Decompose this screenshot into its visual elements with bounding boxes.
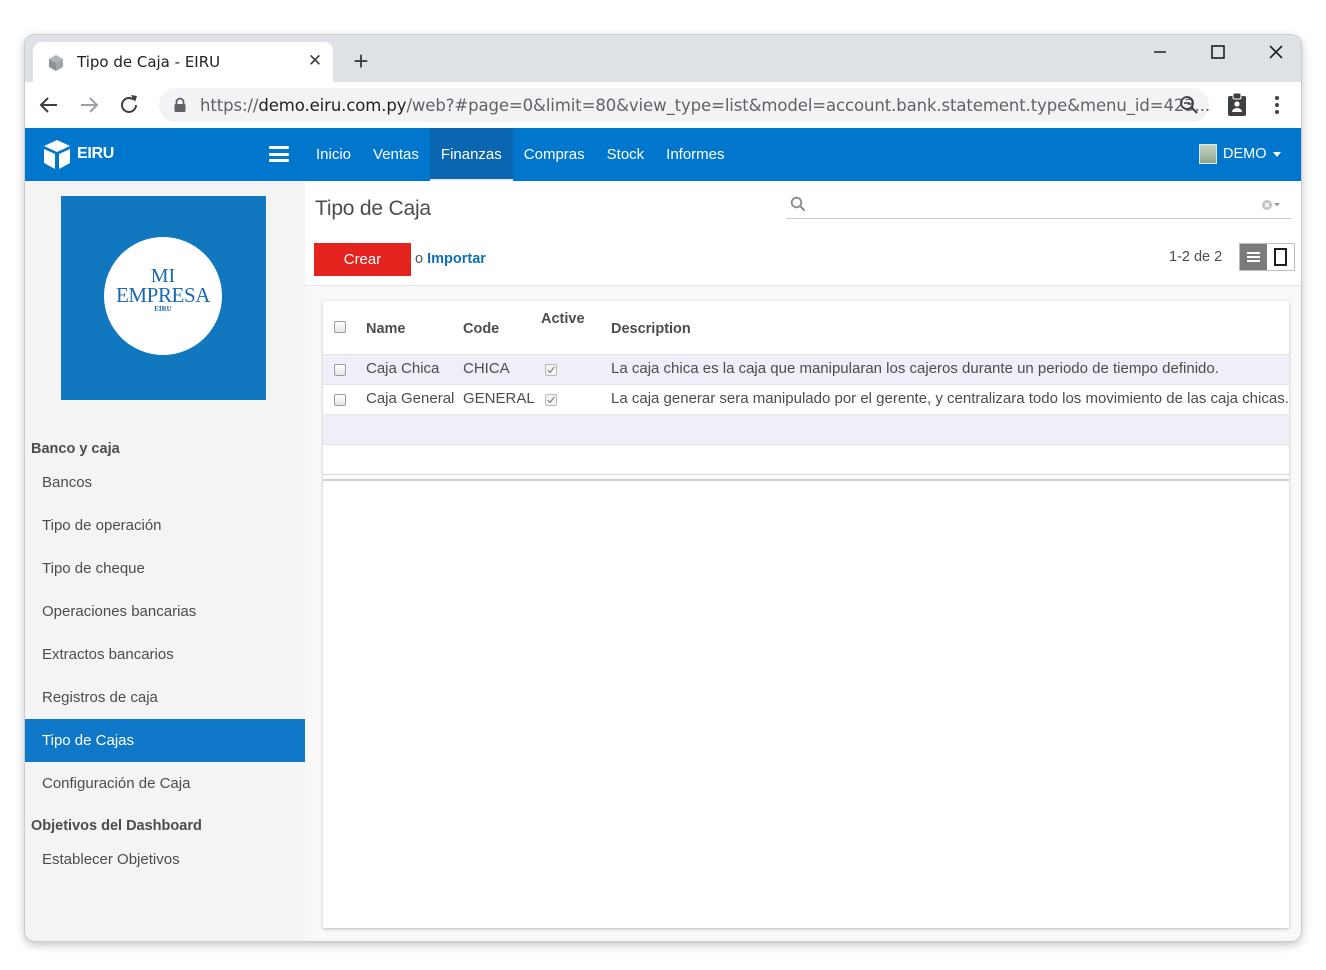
search-input[interactable]	[816, 195, 1256, 217]
sidebar-section-objetivos-del-dashboard: Objetivos del Dashboard	[31, 818, 202, 834]
sidebar-item-establecer-objetivos[interactable]: Establecer Objetivos	[25, 838, 305, 881]
hamburger-menu-icon[interactable]	[269, 146, 289, 162]
sidebar-item-tipo-de-cheque[interactable]: Tipo de cheque	[25, 547, 305, 590]
sidebar-item-bancos[interactable]: Bancos	[25, 461, 305, 504]
avatar	[1199, 144, 1217, 164]
main-content: Tipo de Caja Crear o Importar 1-2 de 2 N…	[305, 181, 1301, 941]
search-options-icon[interactable]	[1261, 197, 1281, 213]
brand-name[interactable]: EIRU	[77, 145, 114, 163]
form-icon	[1274, 248, 1287, 266]
tab-title: Tipo de Caja - EIRU	[77, 53, 221, 71]
list-view-button[interactable]	[1240, 244, 1267, 270]
active-checkbox	[545, 364, 557, 376]
menu-item-stock[interactable]: Stock	[596, 128, 656, 181]
import-prefix: o	[415, 251, 424, 267]
cell-name: Caja Chica	[366, 360, 440, 377]
logo-circle: MI EMPRESA EIRU	[104, 237, 222, 355]
view-switcher	[1239, 243, 1295, 271]
app-navbar: EIRU Inicio Ventas Finanzas Compras Stoc…	[25, 128, 1301, 181]
page-title: Tipo de Caja	[315, 197, 431, 220]
close-tab-icon[interactable]: ✕	[305, 50, 325, 72]
sidebar-section-banco-y-caja: Banco y caja	[31, 441, 120, 457]
tab-strip: Tipo de Caja - EIRU ✕ +	[25, 35, 1301, 82]
maximize-icon[interactable]	[1195, 37, 1241, 67]
forward-arrow-icon[interactable]	[74, 90, 104, 120]
eiru-logo-icon[interactable]	[41, 138, 73, 172]
column-header-name[interactable]: Name	[366, 321, 406, 337]
empty-row	[323, 445, 1289, 475]
more-vert-icon[interactable]	[1269, 92, 1285, 118]
browser-window: Tipo de Caja - EIRU ✕ + https://demo.eir…	[25, 35, 1301, 941]
user-menu[interactable]: DEMO	[1199, 143, 1281, 165]
table-footer-border	[323, 479, 1289, 481]
browser-toolbar: https://demo.eiru.com.py/web?#page=0&lim…	[25, 82, 1301, 128]
sidebar: MI EMPRESA EIRU Banco y caja Bancos Tipo…	[25, 181, 305, 941]
row-checkbox[interactable]	[334, 394, 346, 406]
pager-value[interactable]: 1-2 de 2	[1169, 249, 1222, 265]
import-link[interactable]: Importar	[427, 251, 486, 267]
active-checkbox	[545, 394, 557, 406]
sidebar-item-tipo-de-cajas[interactable]: Tipo de Cajas	[25, 719, 305, 762]
new-tab-icon[interactable]: +	[347, 47, 375, 75]
url-text: https://demo.eiru.com.py/web?#page=0&lim…	[200, 96, 1210, 115]
url-host: demo.eiru.com.py	[258, 96, 407, 115]
cell-code: CHICA	[463, 360, 510, 377]
table-row[interactable]: Caja Chica CHICA La caja chica es la caj…	[323, 355, 1289, 385]
user-name: DEMO	[1223, 146, 1267, 162]
empty-row	[323, 415, 1289, 445]
back-arrow-icon[interactable]	[34, 90, 64, 120]
sidebar-item-tipo-de-operacion[interactable]: Tipo de operación	[25, 504, 305, 547]
sidebar-item-operaciones-bancarias[interactable]: Operaciones bancarias	[25, 590, 305, 633]
company-logo: MI EMPRESA EIRU	[61, 196, 266, 400]
logo-text-line2: EMPRESA	[115, 283, 211, 307]
menu-item-informes[interactable]: Informes	[655, 128, 735, 181]
sidebar-item-configuracion-de-caja[interactable]: Configuración de Caja	[25, 762, 305, 805]
search-bar[interactable]	[786, 193, 1291, 219]
menu-item-ventas[interactable]: Ventas	[362, 128, 430, 181]
control-panel: Tipo de Caja Crear o Importar 1-2 de 2	[305, 181, 1301, 286]
create-button[interactable]: Crear	[314, 243, 411, 276]
table-header: Name Code Active Description	[323, 301, 1289, 355]
check-icon	[547, 396, 555, 404]
table-row[interactable]: Caja General GENERAL La caja generar ser…	[323, 385, 1289, 415]
column-header-code[interactable]: Code	[463, 321, 499, 337]
reload-icon[interactable]	[114, 90, 144, 120]
row-checkbox[interactable]	[334, 364, 346, 376]
menu-item-finanzas[interactable]: Finanzas	[429, 128, 513, 181]
sidebar-item-extractos-bancarios[interactable]: Extractos bancarios	[25, 633, 305, 676]
browser-tab[interactable]: Tipo de Caja - EIRU ✕	[33, 42, 333, 82]
cell-code: GENERAL	[463, 390, 535, 407]
select-all-checkbox[interactable]	[334, 321, 346, 333]
cell-description: La caja chica es la caja que manipularan…	[611, 360, 1219, 377]
clipboard-extension-icon[interactable]	[1225, 92, 1249, 118]
address-bar[interactable]: https://demo.eiru.com.py/web?#page=0&lim…	[159, 88, 1210, 122]
menu-item-compras[interactable]: Compras	[513, 128, 596, 181]
list-icon	[1247, 252, 1260, 262]
form-view-button[interactable]	[1267, 244, 1294, 270]
close-window-icon[interactable]	[1253, 37, 1299, 67]
lock-icon	[174, 97, 186, 112]
caret-down-icon	[1272, 151, 1281, 157]
zoom-icon[interactable]	[1179, 95, 1199, 115]
menu-item-inicio[interactable]: Inicio	[305, 128, 362, 181]
search-icon	[790, 196, 806, 212]
list-view: Name Code Active Description Caja Chica …	[323, 301, 1289, 928]
column-header-description[interactable]: Description	[611, 321, 691, 337]
cube-icon	[49, 55, 63, 71]
top-menu: Inicio Ventas Finanzas Compras Stock Inf…	[305, 128, 736, 181]
cell-name: Caja General	[366, 390, 455, 407]
import-area: o Importar	[415, 251, 486, 267]
url-scheme: https://	[200, 96, 259, 115]
url-path: /web?#page=0&limit=80&view_type=list&mod…	[406, 96, 1211, 115]
sidebar-item-registros-de-caja[interactable]: Registros de caja	[25, 676, 305, 719]
check-icon	[547, 366, 555, 374]
cell-description: La caja generar sera manipulado por el g…	[611, 390, 1289, 407]
column-header-active[interactable]: Active	[541, 311, 585, 327]
minimize-icon[interactable]	[1137, 37, 1183, 67]
